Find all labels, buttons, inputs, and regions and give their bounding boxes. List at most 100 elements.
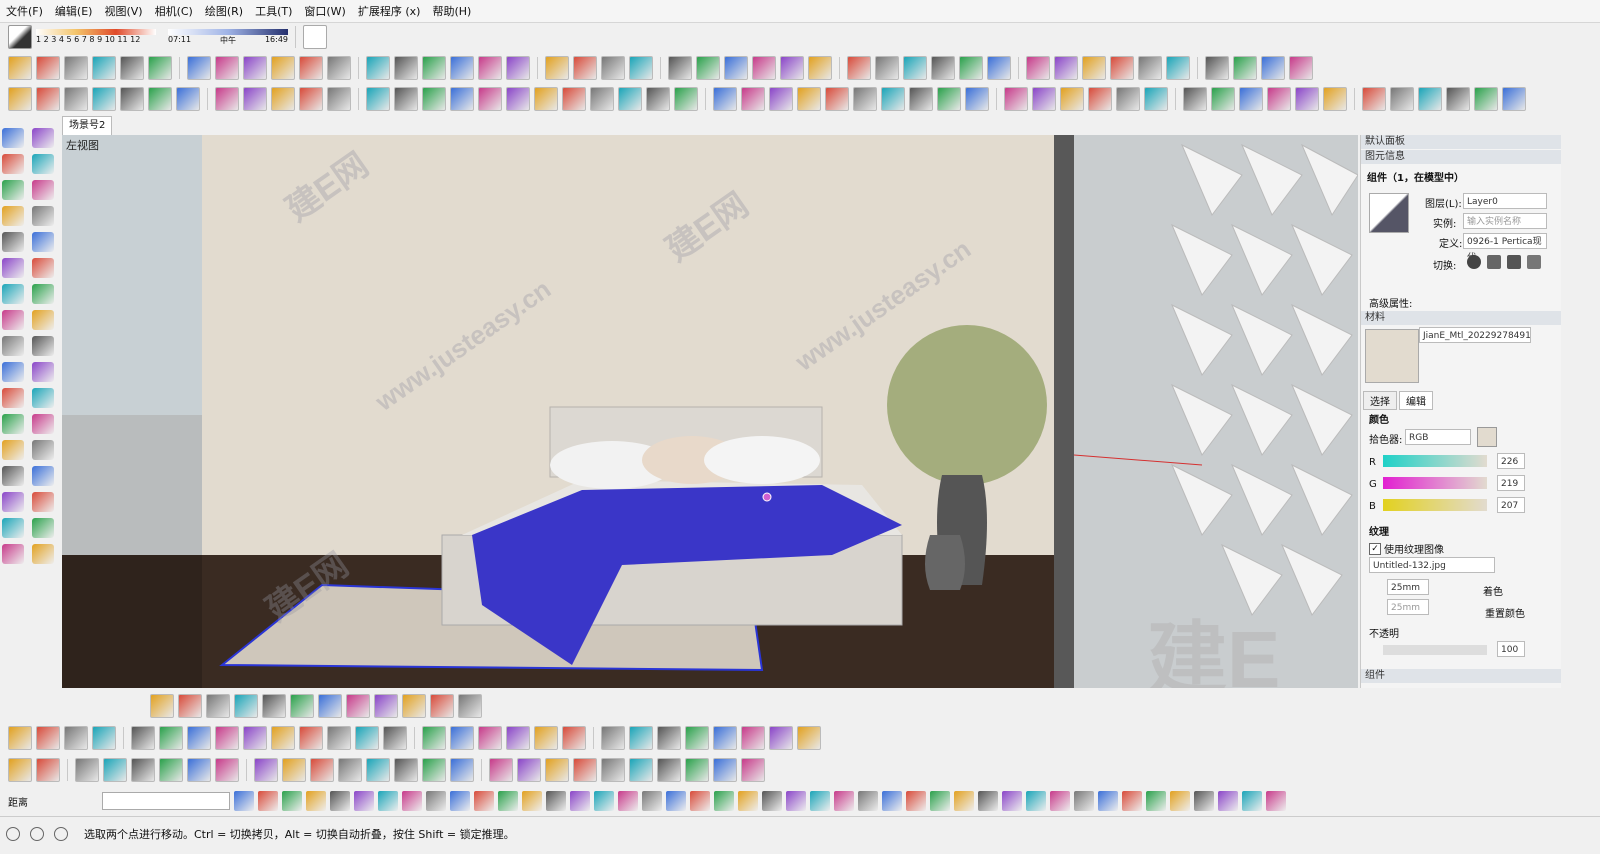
menu-camera[interactable]: 相机(C) <box>149 3 199 19</box>
colorize-label[interactable]: 着色 <box>1483 583 1503 598</box>
tab-select[interactable]: 选择 <box>1363 391 1397 410</box>
left-tool-icon[interactable] <box>32 544 54 564</box>
toolbar-tool-icon[interactable] <box>299 87 323 111</box>
toolbar-tool-icon[interactable] <box>120 56 144 80</box>
toolbar-tool-icon[interactable] <box>881 87 905 111</box>
left-tool-icon[interactable] <box>32 258 54 278</box>
scene-tab[interactable]: 场景号2 <box>62 116 113 136</box>
toolbar-tool-icon[interactable] <box>903 56 927 80</box>
toolbar-tool-icon[interactable] <box>131 758 155 782</box>
toolbar-tool-icon[interactable] <box>215 758 239 782</box>
left-tool-icon[interactable] <box>2 258 24 278</box>
picker-select[interactable]: RGB <box>1405 429 1471 445</box>
toolbar-tool-icon[interactable] <box>478 87 502 111</box>
left-tool-icon[interactable] <box>32 310 54 330</box>
toolbar-tool-icon[interactable] <box>1390 87 1414 111</box>
toolbar-tool-icon[interactable] <box>8 726 32 750</box>
toolbar-tool-icon[interactable] <box>1074 791 1094 811</box>
texture-width-input[interactable]: 25mm <box>1387 579 1429 595</box>
toolbar-tool-icon[interactable] <box>808 56 832 80</box>
toolbar-tool-icon[interactable] <box>1418 87 1442 111</box>
toolbar-tool-icon[interactable] <box>1239 87 1263 111</box>
left-tool-icon[interactable] <box>32 284 54 304</box>
toolbar-tool-icon[interactable] <box>422 87 446 111</box>
toolbar-tool-icon[interactable] <box>1267 87 1291 111</box>
toolbar-tool-icon[interactable] <box>741 758 765 782</box>
toolbar-tool-icon[interactable] <box>690 791 710 811</box>
info-icon[interactable] <box>6 827 20 841</box>
toolbar-tool-icon[interactable] <box>847 56 871 80</box>
fog-icon[interactable] <box>303 25 327 49</box>
toolbar-tool-icon[interactable] <box>1205 56 1229 80</box>
left-tool-icon[interactable] <box>32 128 54 148</box>
toolbar-tool-icon[interactable] <box>206 694 230 718</box>
g-slider[interactable] <box>1383 477 1487 489</box>
left-tool-icon[interactable] <box>2 544 24 564</box>
toolbar-tool-icon[interactable] <box>450 758 474 782</box>
b-value[interactable]: 207 <box>1497 497 1525 513</box>
toolbar-tool-icon[interactable] <box>696 56 720 80</box>
toolbar-tool-icon[interactable] <box>906 791 926 811</box>
reset-color-label[interactable]: 重置颜色 <box>1485 605 1525 620</box>
toolbar-tool-icon[interactable] <box>458 694 482 718</box>
toolbar-tool-icon[interactable] <box>187 758 211 782</box>
entity-info-header[interactable]: 图元信息 <box>1361 150 1561 164</box>
toolbar-tool-icon[interactable] <box>642 791 662 811</box>
r-slider[interactable] <box>1383 455 1487 467</box>
left-tool-icon[interactable] <box>32 388 54 408</box>
toolbar-tool-icon[interactable] <box>1362 87 1386 111</box>
toolbar-tool-icon[interactable] <box>1170 791 1190 811</box>
left-tool-icon[interactable] <box>2 232 24 252</box>
toolbar-tool-icon[interactable] <box>1122 791 1142 811</box>
toolbar-tool-icon[interactable] <box>685 726 709 750</box>
toolbar-tool-icon[interactable] <box>1446 87 1470 111</box>
toolbar-tool-icon[interactable] <box>498 791 518 811</box>
toolbar-tool-icon[interactable] <box>601 726 625 750</box>
credit-icon[interactable] <box>30 827 44 841</box>
toolbar-tool-icon[interactable] <box>299 56 323 80</box>
shadow-receive-icon[interactable] <box>1527 255 1541 269</box>
toolbar-tool-icon[interactable] <box>254 758 278 782</box>
toolbar-tool-icon[interactable] <box>271 87 295 111</box>
toolbar-tool-icon[interactable] <box>562 87 586 111</box>
toolbar-tool-icon[interactable] <box>64 87 88 111</box>
toolbar-tool-icon[interactable] <box>646 87 670 111</box>
toolbar-tool-icon[interactable] <box>506 56 530 80</box>
toolbar-tool-icon[interactable] <box>657 726 681 750</box>
left-tool-icon[interactable] <box>32 336 54 356</box>
toolbar-tool-icon[interactable] <box>780 56 804 80</box>
toolbar-tool-icon[interactable] <box>422 758 446 782</box>
toolbar-tool-icon[interactable] <box>36 758 60 782</box>
toolbar-tool-icon[interactable] <box>769 87 793 111</box>
toolbar-tool-icon[interactable] <box>282 791 302 811</box>
toolbar-tool-icon[interactable] <box>310 758 334 782</box>
toolbar-tool-icon[interactable] <box>522 791 542 811</box>
menu-window[interactable]: 窗口(W) <box>298 3 351 19</box>
toolbar-tool-icon[interactable] <box>1088 87 1112 111</box>
left-tool-icon[interactable] <box>32 180 54 200</box>
toolbar-tool-icon[interactable] <box>1266 791 1286 811</box>
toolbar-tool-icon[interactable] <box>394 758 418 782</box>
toolbar-tool-icon[interactable] <box>1110 56 1134 80</box>
toolbar-tool-icon[interactable] <box>1295 87 1319 111</box>
toolbar-tool-icon[interactable] <box>450 56 474 80</box>
toolbar-tool-icon[interactable] <box>965 87 989 111</box>
toolbar-tool-icon[interactable] <box>92 87 116 111</box>
toolbar-tool-icon[interactable] <box>629 726 653 750</box>
toolbar-tool-icon[interactable] <box>489 758 513 782</box>
toolbar-tool-icon[interactable] <box>306 791 326 811</box>
menu-file[interactable]: 文件(F) <box>0 3 49 19</box>
toolbar-tool-icon[interactable] <box>629 56 653 80</box>
tab-edit[interactable]: 编辑 <box>1399 391 1433 410</box>
toolbar-tool-icon[interactable] <box>601 56 625 80</box>
toolbar-tool-icon[interactable] <box>590 87 614 111</box>
toolbar-tool-icon[interactable] <box>1026 791 1046 811</box>
toolbar-tool-icon[interactable] <box>478 726 502 750</box>
toolbar-tool-icon[interactable] <box>1218 791 1238 811</box>
layer-select[interactable]: Layer0 <box>1463 193 1547 209</box>
menu-view[interactable]: 视图(V) <box>98 3 148 19</box>
toolbar-tool-icon[interactable] <box>825 87 849 111</box>
toolbar-tool-icon[interactable] <box>131 726 155 750</box>
toolbar-tool-icon[interactable] <box>450 726 474 750</box>
toolbar-tool-icon[interactable] <box>810 791 830 811</box>
